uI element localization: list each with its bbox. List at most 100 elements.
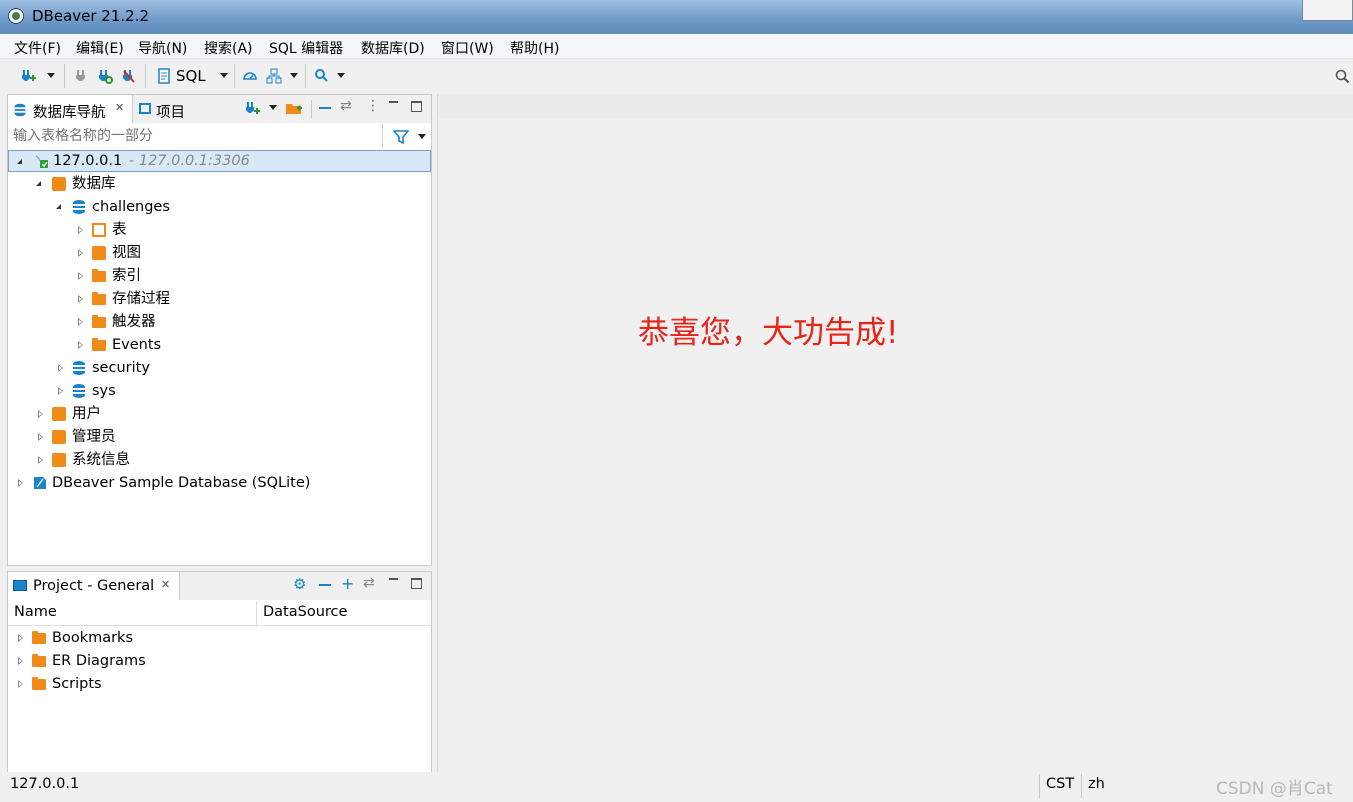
tree-item-label: 触发器: [112, 314, 156, 330]
filter-dropdown[interactable]: [418, 134, 426, 139]
tree-item-label: 存储过程: [112, 291, 170, 307]
collapsed-arrow-icon[interactable]: [38, 410, 43, 418]
menu-edit[interactable]: 编辑(E): [76, 38, 124, 58]
table-filter-input[interactable]: [9, 124, 383, 148]
column-divider[interactable]: [256, 601, 257, 625]
collapsed-arrow-icon[interactable]: [18, 479, 23, 487]
expanded-arrow-icon[interactable]: [56, 204, 61, 209]
collapsed-arrow-icon[interactable]: [58, 387, 63, 395]
project-row-er-diagrams[interactable]: ER Diagrams: [8, 650, 431, 672]
dashboard-gauge-icon[interactable]: [242, 68, 258, 84]
minimize-icon[interactable]: [389, 578, 398, 580]
maximize-icon[interactable]: [411, 578, 422, 589]
tree-row-indexes[interactable]: 索引: [8, 265, 431, 287]
close-tab-icon[interactable]: ✕: [161, 578, 170, 591]
menu-file[interactable]: 文件(F): [14, 38, 61, 58]
tree-row-users[interactable]: 用户: [8, 403, 431, 425]
connect-icon[interactable]: [74, 68, 88, 84]
tree-row-views[interactable]: 视图: [8, 242, 431, 264]
navigator-tab-bar: 数据库导航 ✕ 项目 ⇄ ⋮: [8, 95, 431, 123]
tree-row-procedures[interactable]: 存储过程: [8, 288, 431, 310]
collapsed-arrow-icon[interactable]: [18, 680, 23, 688]
database-navigator-icon: [14, 103, 26, 117]
menu-window[interactable]: 窗口(W): [441, 38, 494, 58]
tree-row-schema-security[interactable]: security: [8, 357, 431, 379]
menu-navigate[interactable]: 导航(N): [138, 38, 187, 58]
tree-row-schema-challenges[interactable]: challenges: [8, 196, 431, 218]
search-icon[interactable]: [314, 68, 330, 84]
tab-project-general[interactable]: Project - General ✕: [8, 572, 180, 600]
tree-row-databases[interactable]: 数据库: [8, 173, 431, 195]
projects-icon: [139, 103, 151, 114]
new-connection-icon[interactable]: [244, 100, 260, 116]
tree-row-system-info[interactable]: 系统信息: [8, 449, 431, 471]
link-with-editor-icon[interactable]: ⇄: [363, 575, 375, 591]
link-with-editor-icon[interactable]: ⇄: [340, 98, 352, 114]
minimize-icon[interactable]: [389, 101, 398, 103]
project-table-header: Name DataSource: [8, 601, 431, 626]
column-header-datasource[interactable]: DataSource: [263, 604, 347, 620]
tree-row-schema-sys[interactable]: sys: [8, 380, 431, 402]
collapsed-arrow-icon[interactable]: [78, 272, 83, 280]
tree-item-label: sys: [92, 383, 116, 399]
transaction-dropdown[interactable]: [290, 73, 298, 78]
bookmarks-folder-icon: [32, 631, 46, 644]
new-folder-icon[interactable]: [285, 100, 303, 116]
collapsed-arrow-icon[interactable]: [18, 657, 23, 665]
expanded-arrow-icon[interactable]: [36, 181, 41, 186]
tab-projects[interactable]: 项目: [137, 95, 197, 123]
tree-row-administer[interactable]: 管理员: [8, 426, 431, 448]
folder-icon: [92, 338, 106, 351]
view-menu-icon[interactable]: ⋮: [366, 98, 380, 114]
menu-help[interactable]: 帮助(H): [510, 38, 559, 58]
close-tab-icon[interactable]: ✕: [115, 101, 124, 114]
system-info-icon: [52, 453, 66, 467]
disconnect-icon[interactable]: [121, 68, 137, 84]
global-search-icon[interactable]: [1335, 69, 1351, 85]
expanded-arrow-icon[interactable]: [17, 159, 22, 164]
new-connection-dropdown[interactable]: [269, 105, 277, 110]
menu-search[interactable]: 搜索(A): [204, 38, 253, 58]
settings-gear-icon[interactable]: ⚙: [293, 575, 306, 593]
menu-bar: 文件(F) 编辑(E) 导航(N) 搜索(A) SQL 编辑器 数据库(D) 窗…: [0, 34, 1353, 59]
tree-item-label: 表: [112, 222, 127, 238]
tree-row-triggers[interactable]: 触发器: [8, 311, 431, 333]
tree-row-tables[interactable]: 表: [8, 219, 431, 241]
maximize-icon[interactable]: [411, 101, 422, 112]
search-dropdown[interactable]: [337, 73, 345, 78]
new-connection-icon[interactable]: [20, 68, 36, 84]
collapsed-arrow-icon[interactable]: [78, 295, 83, 303]
collapse-all-icon[interactable]: [319, 584, 331, 586]
collapsed-arrow-icon[interactable]: [78, 249, 83, 257]
collapsed-arrow-icon[interactable]: [38, 433, 43, 441]
folder-icon: [92, 269, 106, 282]
collapsed-arrow-icon[interactable]: [58, 364, 63, 372]
schema-icon: [73, 361, 85, 375]
users-icon: [52, 407, 66, 421]
sql-dropdown[interactable]: [220, 73, 228, 78]
project-row-bookmarks[interactable]: Bookmarks: [8, 627, 431, 649]
reconnect-icon[interactable]: [97, 68, 113, 84]
tab-database-navigator[interactable]: 数据库导航 ✕: [8, 95, 133, 123]
new-connection-dropdown[interactable]: [47, 73, 55, 78]
window-close-button[interactable]: [1302, 0, 1353, 21]
collapsed-arrow-icon[interactable]: [18, 634, 23, 642]
sql-button-label[interactable]: SQL: [176, 67, 206, 85]
collapsed-arrow-icon[interactable]: [78, 226, 83, 234]
collapsed-arrow-icon[interactable]: [78, 341, 83, 349]
collapsed-arrow-icon[interactable]: [38, 456, 43, 464]
menu-database[interactable]: 数据库(D): [361, 38, 425, 58]
tree-row-events[interactable]: Events: [8, 334, 431, 356]
sql-editor-icon[interactable]: [157, 68, 171, 84]
column-header-name[interactable]: Name: [14, 604, 57, 620]
tree-row-connection[interactable]: 127.0.0.1 - 127.0.0.1:3306: [8, 150, 431, 172]
expand-all-icon[interactable]: +: [341, 574, 354, 593]
project-row-scripts[interactable]: Scripts: [8, 673, 431, 695]
collapsed-arrow-icon[interactable]: [78, 318, 83, 326]
menu-sql-editor[interactable]: SQL 编辑器: [269, 38, 343, 58]
er-diagrams-folder-icon: [32, 654, 46, 667]
collapse-all-icon[interactable]: [319, 107, 331, 109]
transaction-mode-icon[interactable]: [266, 68, 282, 84]
filter-icon[interactable]: [393, 129, 409, 145]
tree-row-sample-database[interactable]: DBeaver Sample Database (SQLite): [8, 472, 431, 494]
